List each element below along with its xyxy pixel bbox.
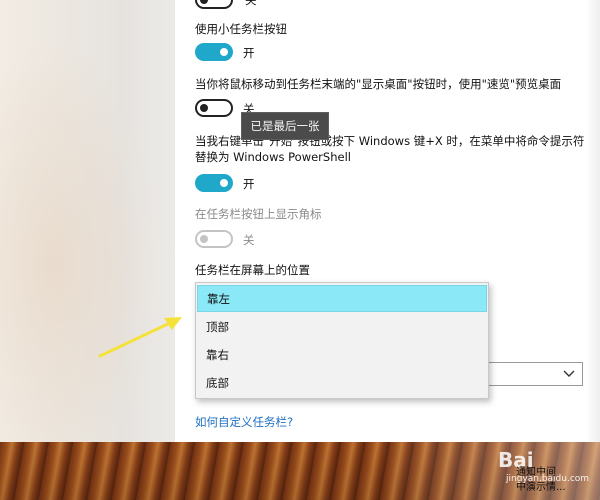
customize-taskbar-link[interactable]: 如何自定义任务栏? bbox=[195, 414, 293, 430]
small-taskbar-buttons-toggle[interactable] bbox=[195, 43, 233, 61]
powershell-toggle[interactable] bbox=[195, 174, 233, 192]
small-taskbar-buttons-state: 开 bbox=[243, 46, 255, 60]
powershell-state: 开 bbox=[243, 177, 255, 191]
option-right[interactable]: 靠右 bbox=[197, 341, 487, 368]
chevron-down-icon bbox=[562, 366, 576, 383]
option-bottom[interactable]: 底部 bbox=[197, 369, 487, 396]
option-left[interactable]: 靠左 bbox=[197, 285, 487, 312]
option-top[interactable]: 顶部 bbox=[197, 313, 487, 340]
peek-desktop-toggle[interactable] bbox=[195, 99, 233, 117]
taskbar-position-dropdown: 靠左 顶部 靠右 底部 bbox=[195, 282, 489, 399]
taskbar-position-label: 任务栏在屏幕上的位置 bbox=[195, 263, 310, 277]
badges-state: 关 bbox=[243, 233, 255, 247]
tooltip: 已是最后一张 bbox=[241, 112, 329, 140]
watermark-text-1: 通知中间 bbox=[516, 467, 556, 478]
small-taskbar-buttons-label: 使用小任务栏按钮 bbox=[195, 22, 287, 36]
prev-toggle[interactable] bbox=[195, 0, 233, 9]
badges-label: 在任务栏按钮上显示角标 bbox=[195, 207, 322, 221]
annotation-arrow-icon bbox=[98, 317, 182, 358]
peek-desktop-label: 当你将鼠标移动到任务栏末端的"显示桌面"按钮时，使用"速览"预览桌面 bbox=[195, 77, 562, 91]
desktop-background bbox=[0, 0, 175, 442]
watermark-text-2: 中演示情... bbox=[516, 482, 566, 493]
badges-toggle bbox=[195, 230, 233, 248]
prev-toggle-state: 关 bbox=[245, 0, 257, 7]
